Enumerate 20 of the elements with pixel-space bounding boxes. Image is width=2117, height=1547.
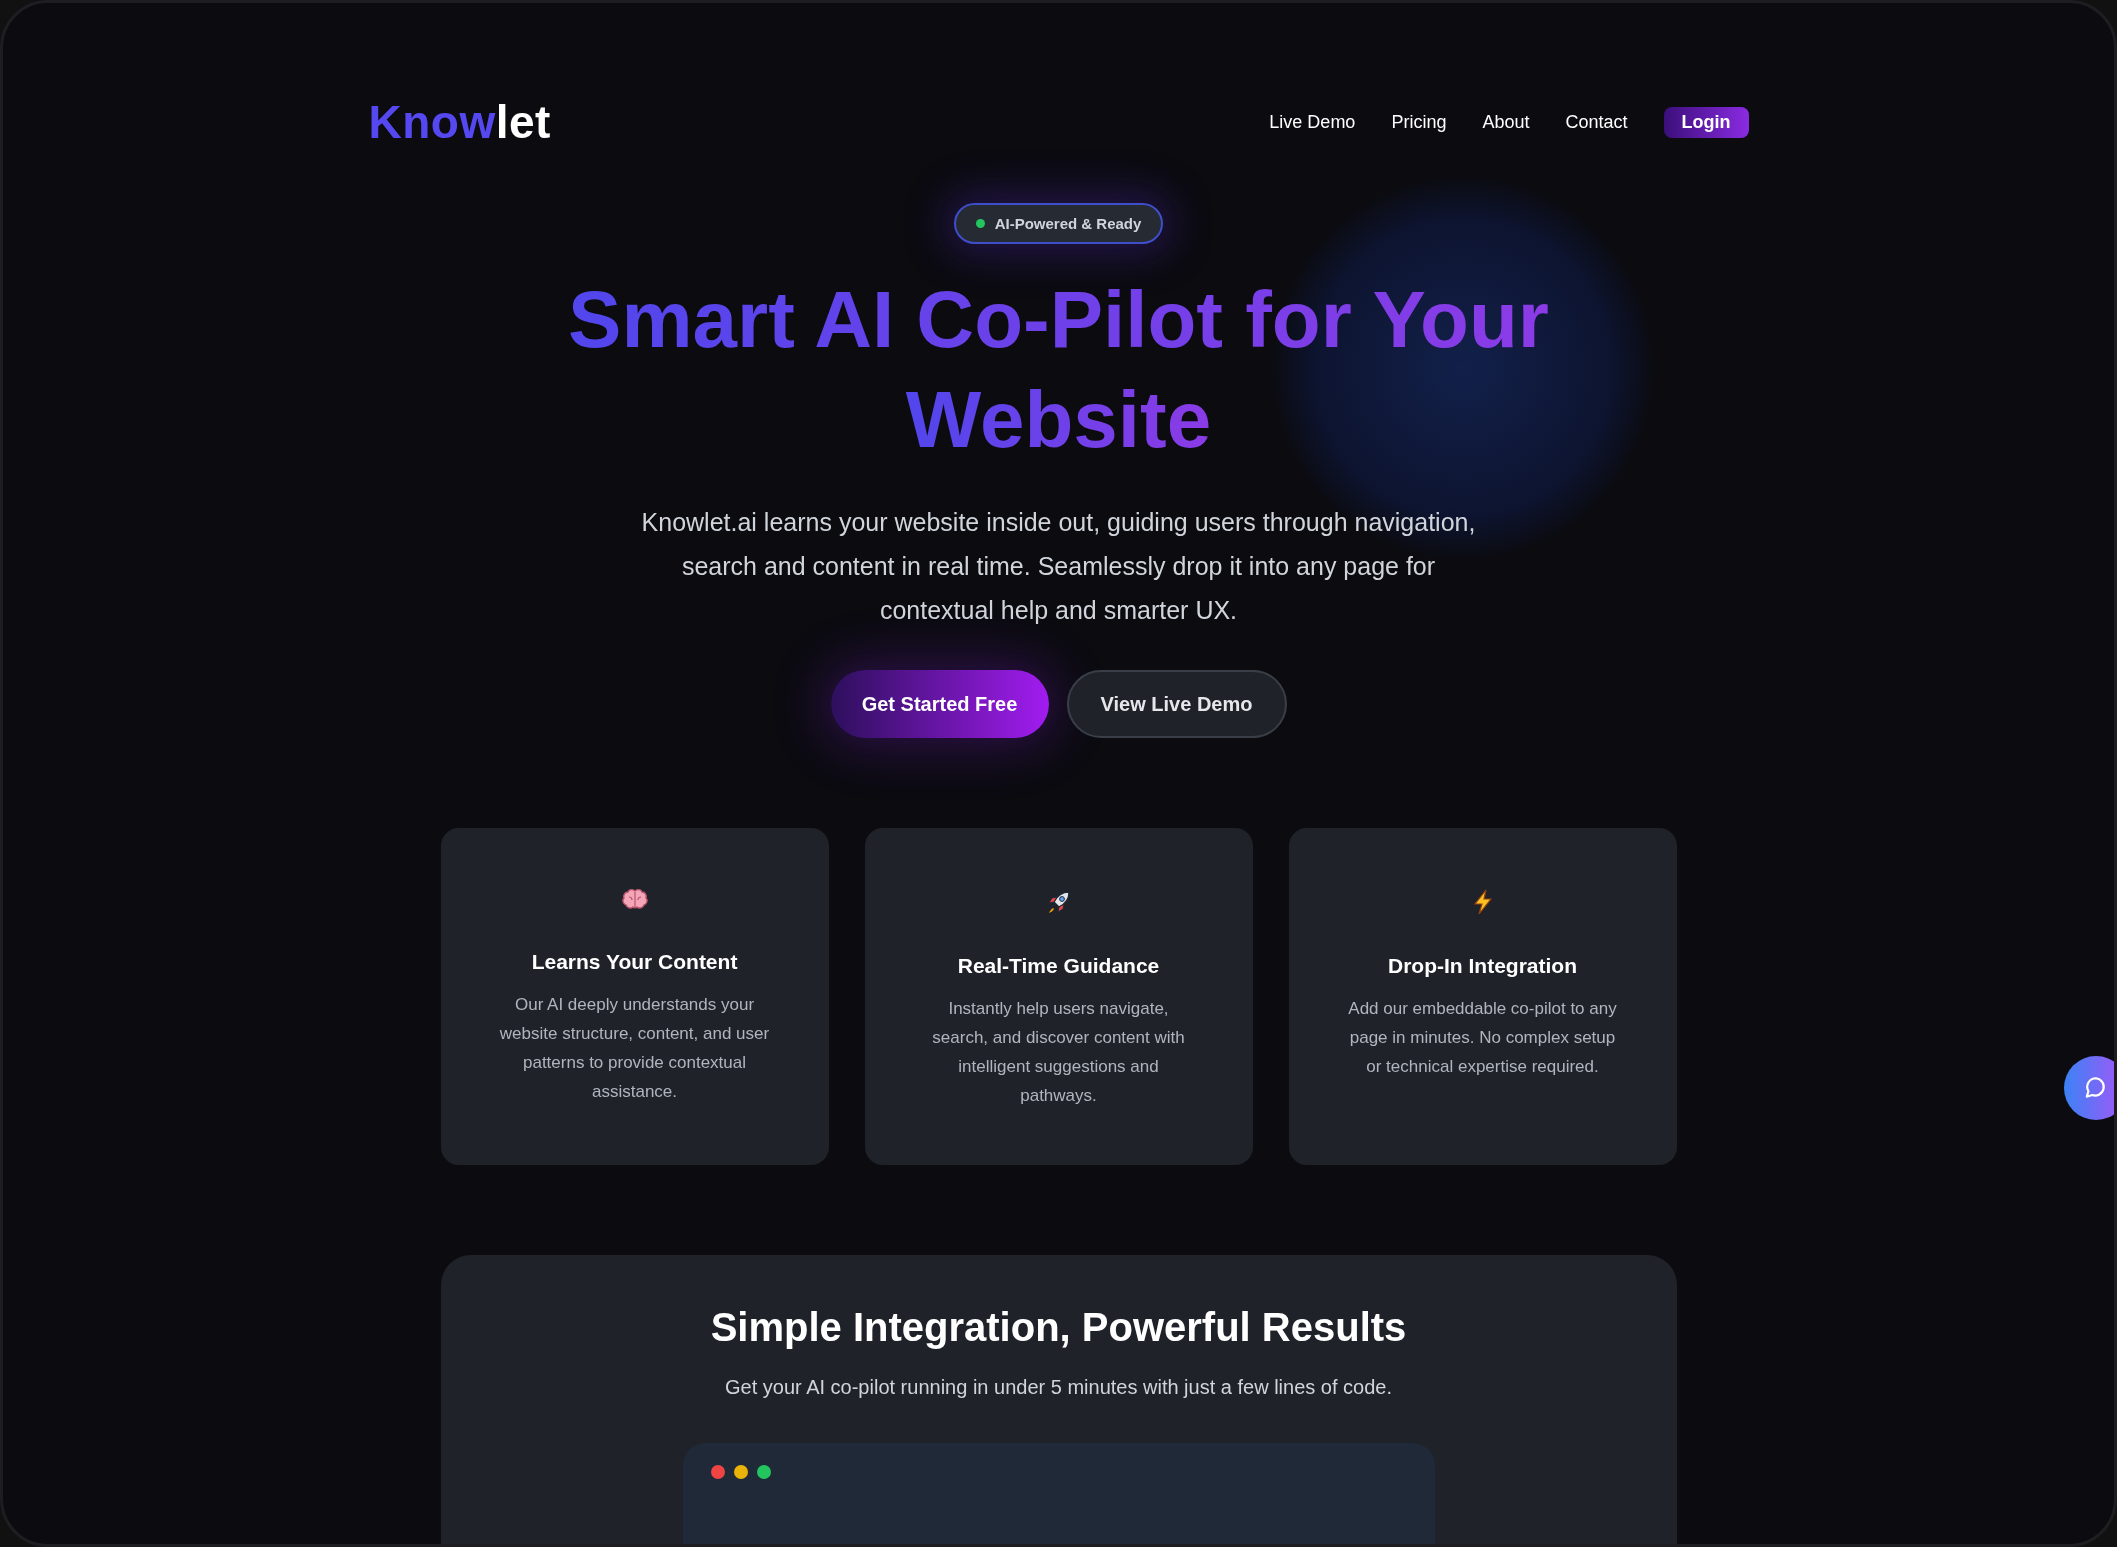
section-subtitle: Get your AI co-pilot running in under 5 minutes with just a few lines of code. (724, 1375, 1393, 1400)
brain-icon (620, 888, 649, 912)
login-button[interactable]: Login (1663, 106, 1749, 138)
nav-link[interactable]: About (1482, 111, 1530, 133)
feature-description: Instantly help users navigate, search, and discover content with intelligent suggestions and pathways. (931, 998, 1186, 1107)
feature-title: Drop-In Integration (1388, 954, 1577, 978)
status-badge: AI-Powered & Ready (953, 203, 1164, 244)
get-started-button[interactable]: Get Started Free (830, 670, 1049, 738)
nav-link[interactable]: Contact (1565, 111, 1628, 133)
section-heading: Simple Integration, Powerful Results (710, 1305, 1407, 1350)
feature-description: Our AI deeply understands your website structure, content, and user patterns to provide contextual assistance. (498, 994, 771, 1103)
nav-link[interactable]: Pricing (1391, 111, 1447, 133)
live-demo-button[interactable]: View Live Demo (1066, 670, 1287, 738)
logo[interactable]: Knowlet (368, 95, 551, 149)
feature-description: Add our embeddable co-pilot to any page in minutes. No complex setup or technical expertise required. (1347, 998, 1618, 1078)
nav-link[interactable]: Live Demo (1269, 111, 1356, 133)
feature-title: Real-Time Guidance (957, 954, 1160, 978)
hero-description: Knowlet.ai learns your website inside out, guiding users through navigation, search and content in real time. Seamlessly drop it into any page for contextual help and smarter UX. (640, 507, 1477, 626)
feature-title: Learns Your Content (531, 950, 738, 974)
chat-button[interactable] (2064, 1056, 2114, 1120)
